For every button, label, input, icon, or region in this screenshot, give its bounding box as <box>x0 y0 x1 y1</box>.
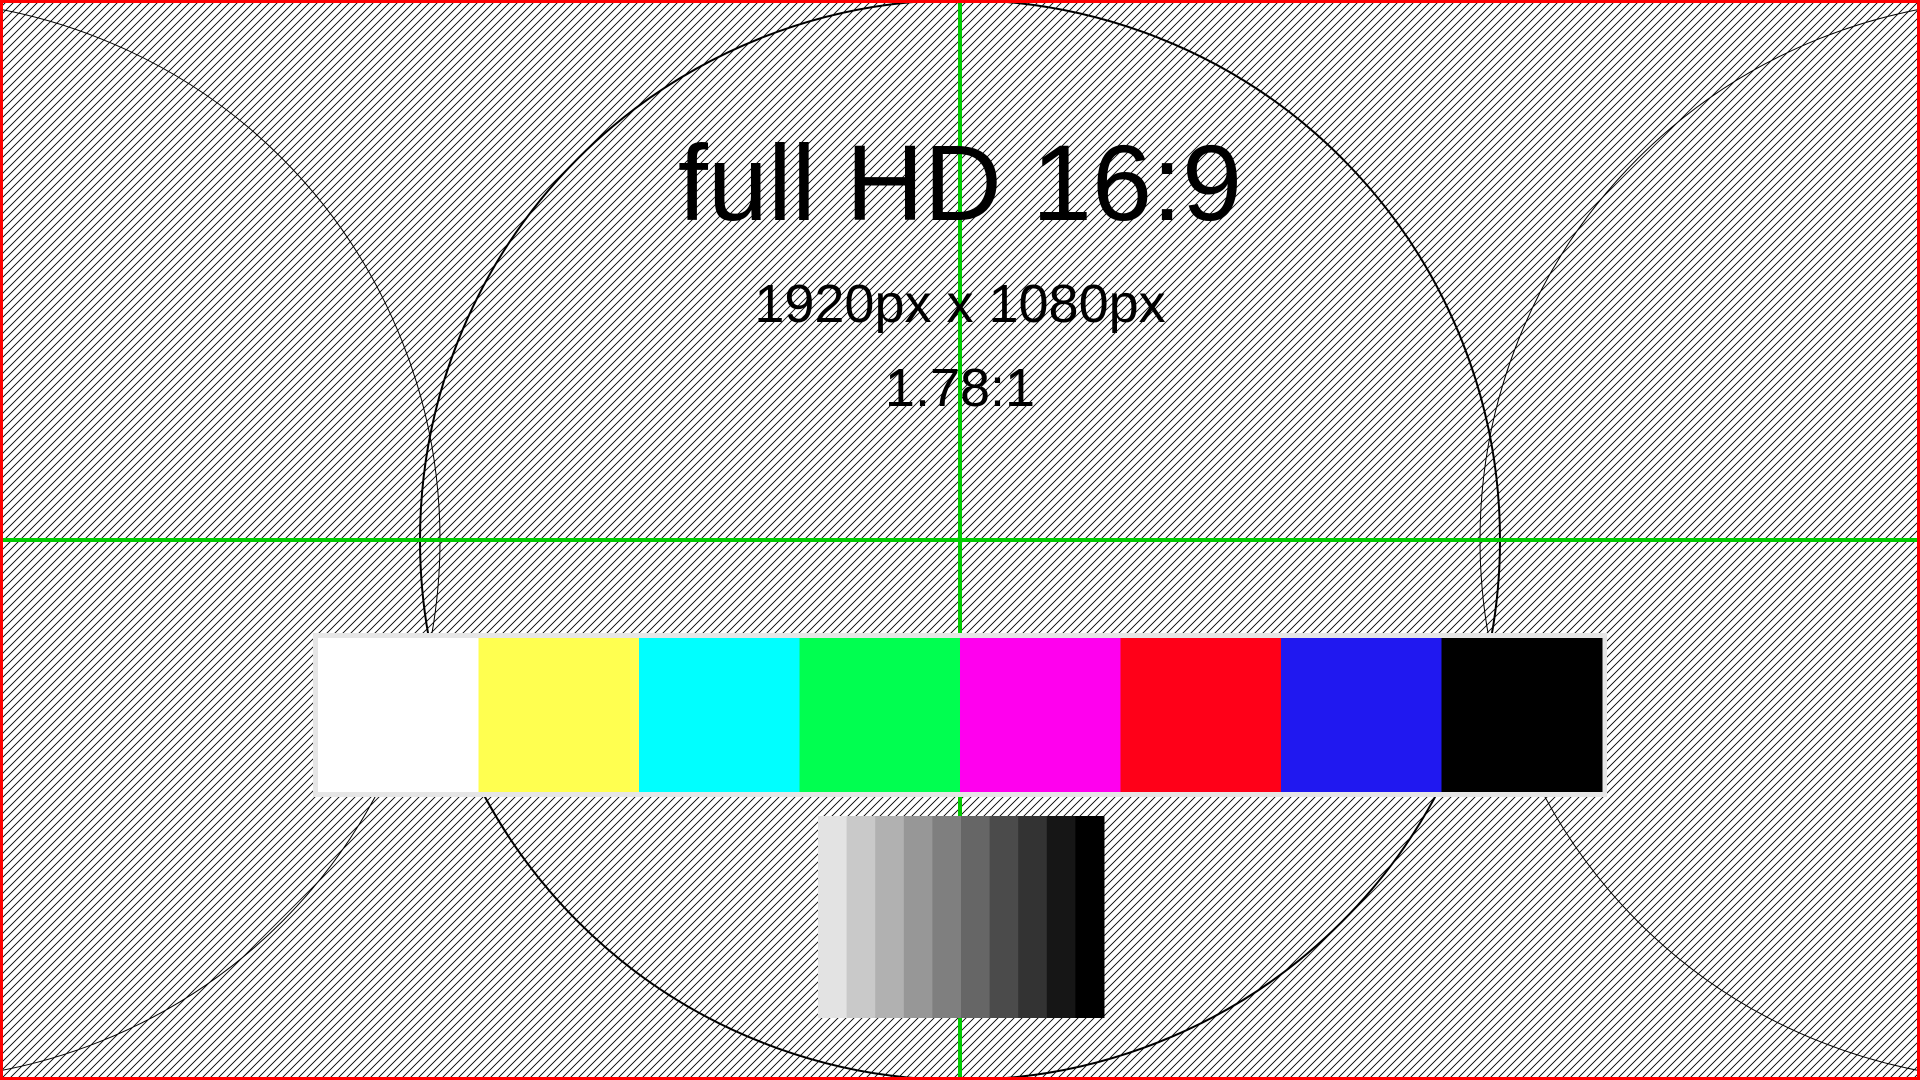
grayscale-bar-gray-20 <box>846 816 876 1018</box>
grayscale-bar-gray-30 <box>875 816 905 1018</box>
color-bar-black <box>1441 638 1603 792</box>
aspect-ratio-label: 1.78:1 <box>885 358 1035 418</box>
grayscale-bar-gray-90 <box>1046 816 1076 1018</box>
format-title: full HD 16:9 <box>678 122 1242 243</box>
grayscale-bar-gray-40 <box>903 816 933 1018</box>
grayscale-bar-gray-70 <box>989 816 1019 1018</box>
color-bars <box>318 638 1603 792</box>
color-bar-yellow <box>478 638 640 792</box>
color-bar-cyan <box>639 638 800 792</box>
test-pattern: full HD 16:9 1920px x 1080px 1.78:1 <box>0 0 1920 1080</box>
color-bar-white <box>318 638 479 792</box>
resolution-label: 1920px x 1080px <box>754 274 1165 334</box>
grayscale-bar-gray-80 <box>1018 816 1048 1018</box>
grayscale-bar-gray-10 <box>818 816 848 1018</box>
color-bar-blue <box>1281 638 1442 792</box>
color-bar-green <box>799 638 961 792</box>
grayscale-bar-gray-100 <box>1075 816 1105 1018</box>
test-pattern-canvas: full HD 16:9 1920px x 1080px 1.78:1 <box>0 0 1920 1080</box>
grayscale-bars <box>818 816 1105 1018</box>
color-bar-magenta <box>960 638 1121 792</box>
grayscale-bar-gray-50 <box>932 816 962 1018</box>
grayscale-bar-gray-60 <box>961 816 991 1018</box>
color-bar-red <box>1120 638 1282 792</box>
